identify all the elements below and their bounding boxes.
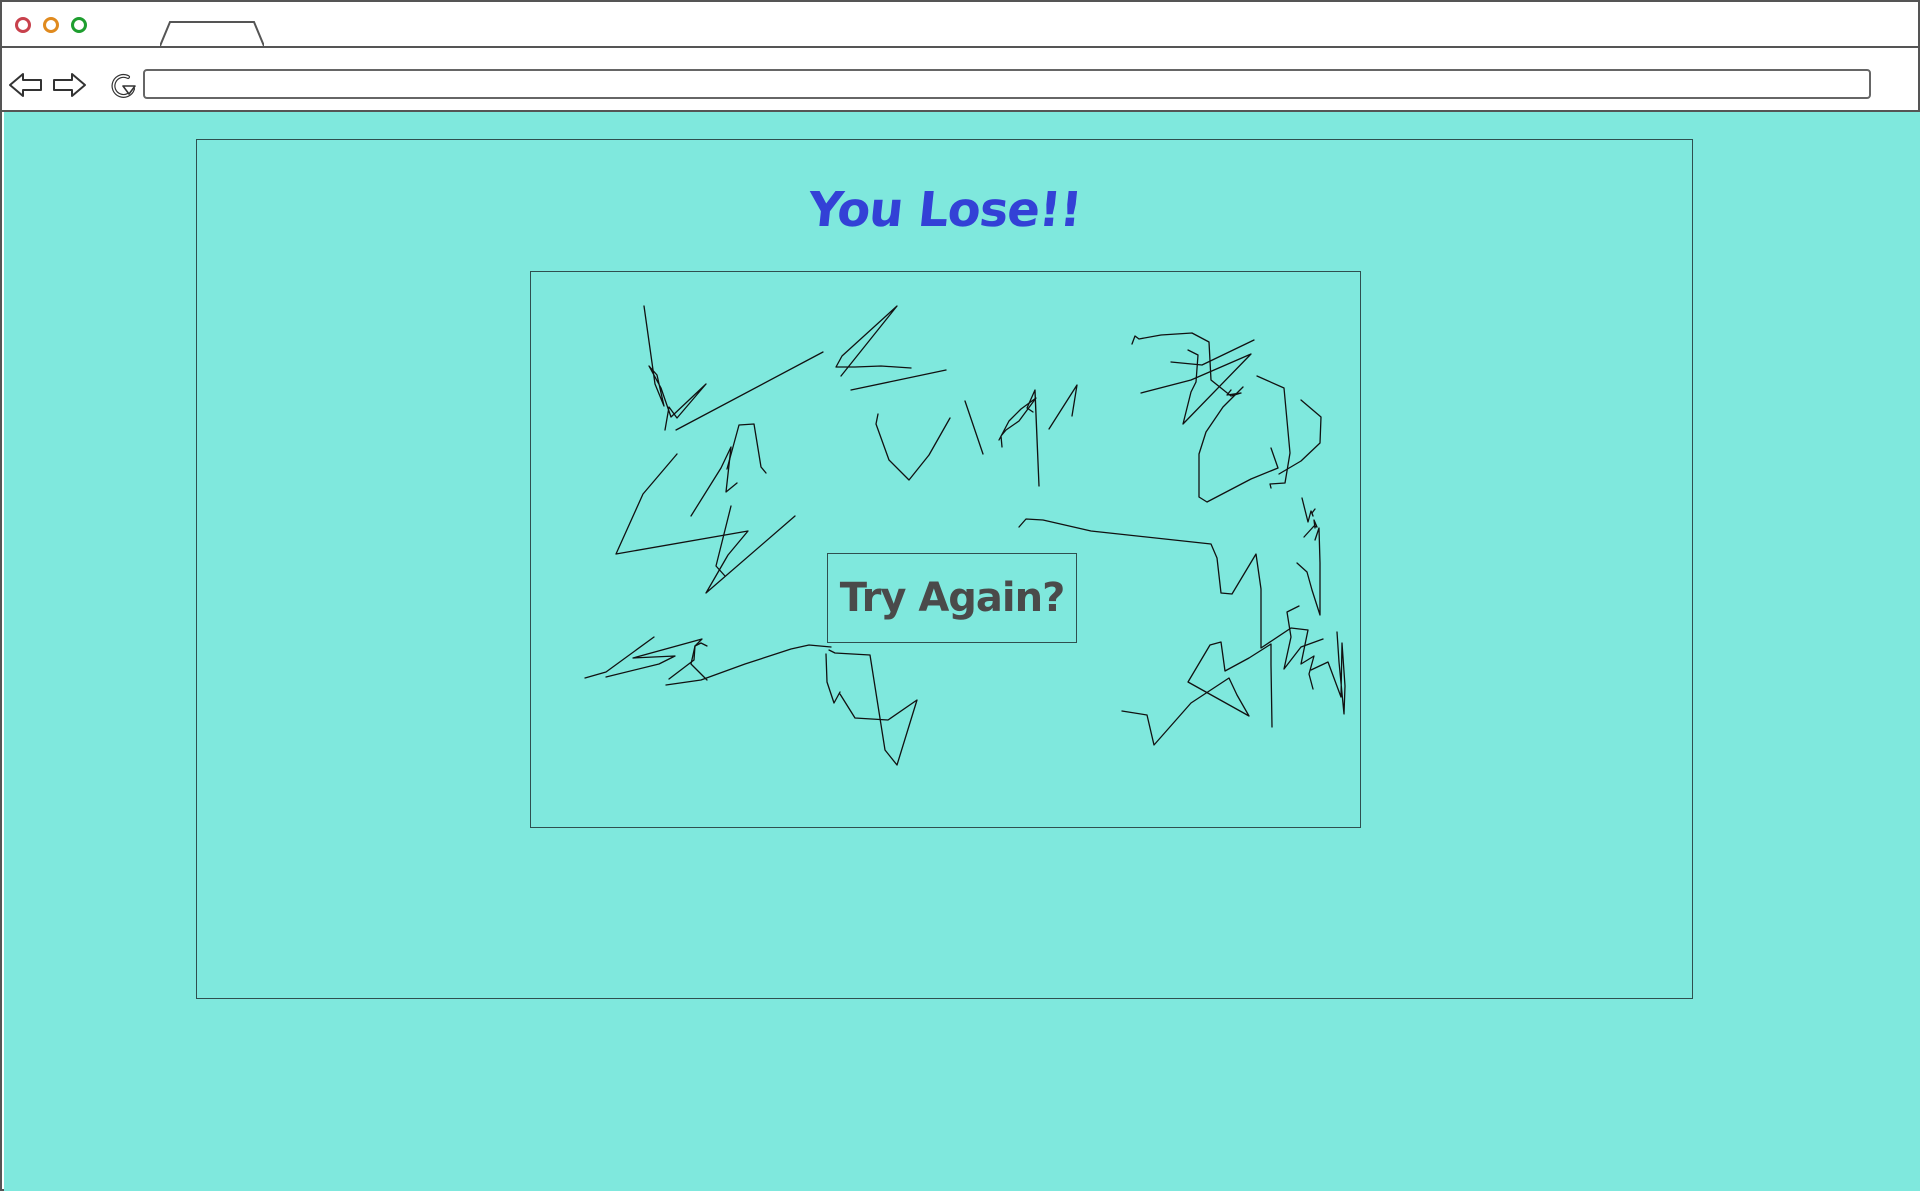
reload-icon[interactable] [106, 68, 142, 102]
page-viewport: You Lose!! Try Again? [4, 112, 1920, 1191]
browser-window: You Lose!! Try Again? [0, 0, 1920, 1191]
try-again-button[interactable]: Try Again? [827, 553, 1077, 643]
close-window-button[interactable] [15, 17, 31, 33]
scribble-panel: Try Again? [530, 271, 1361, 828]
forward-arrow-icon[interactable] [51, 68, 87, 102]
maximize-window-button[interactable] [71, 17, 87, 33]
navigation-bar [2, 48, 1918, 112]
game-frame: You Lose!! Try Again? [196, 139, 1693, 999]
page-title: You Lose!! [805, 182, 1084, 238]
scribble-drawing [584, 305, 1346, 766]
back-arrow-icon[interactable] [8, 68, 44, 102]
address-bar[interactable] [143, 69, 1871, 99]
browser-tab[interactable] [160, 20, 264, 46]
minimize-window-button[interactable] [43, 17, 59, 33]
tab-bar [2, 2, 1918, 48]
